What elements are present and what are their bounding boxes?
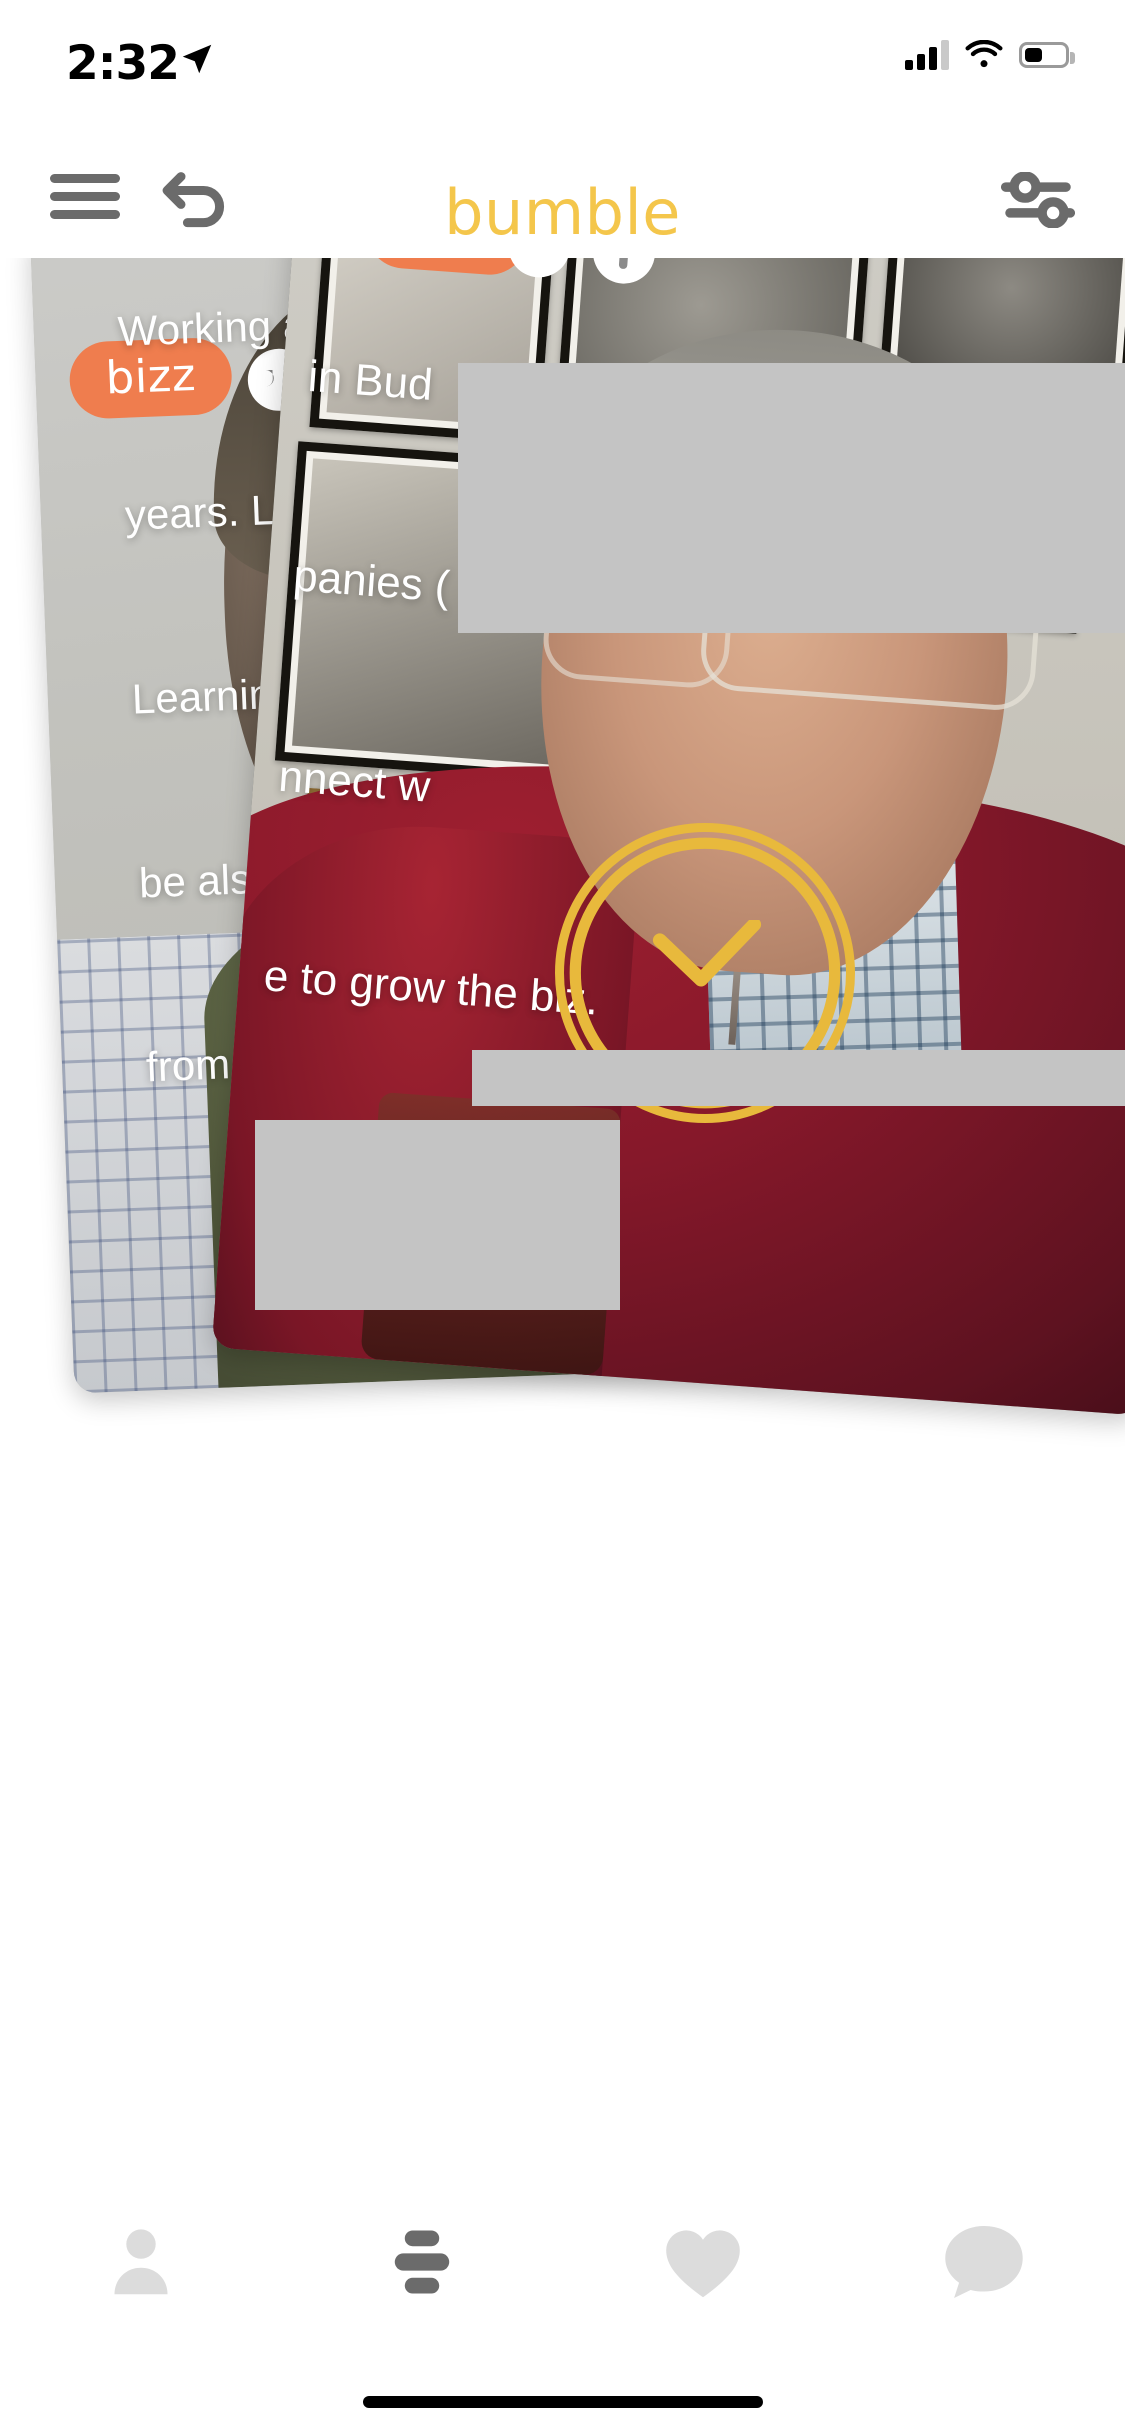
wifi-icon <box>965 40 1003 68</box>
redaction-block <box>472 1050 1125 1106</box>
verified-check-mark-icon <box>652 920 762 987</box>
status-bar-time: 2:32 <box>66 36 180 91</box>
person-icon <box>114 2229 168 2295</box>
tab-profile[interactable] <box>0 2148 281 2358</box>
bio-line: g a sm <box>320 258 1125 276</box>
filter-sliders-icon[interactable] <box>1001 172 1075 228</box>
bumble-logo: bumble <box>444 176 681 249</box>
status-bar-indicators <box>905 40 1075 70</box>
chat-bubble-icon <box>945 2225 1024 2299</box>
battery-icon <box>1019 42 1075 68</box>
home-indicator-bar <box>362 2396 763 2408</box>
redaction-block <box>255 1120 620 1310</box>
app-screen: 2:32 bumble bizz Working a years. Loo Le… <box>0 0 1125 2436</box>
redaction-block <box>458 363 1125 633</box>
top-navigation-bar: bumble <box>0 132 1125 258</box>
bottom-tab-bar <box>0 2148 1125 2436</box>
tab-bumble-hive[interactable] <box>281 2148 562 2358</box>
location-arrow-icon <box>182 44 212 74</box>
status-bar: 2:32 <box>0 0 1125 132</box>
heart-icon <box>666 2230 740 2298</box>
tab-likes[interactable] <box>563 2148 844 2358</box>
bumble-stack-icon <box>394 2230 450 2294</box>
cellular-bars-icon <box>905 40 949 70</box>
tab-chats[interactable] <box>844 2148 1125 2358</box>
